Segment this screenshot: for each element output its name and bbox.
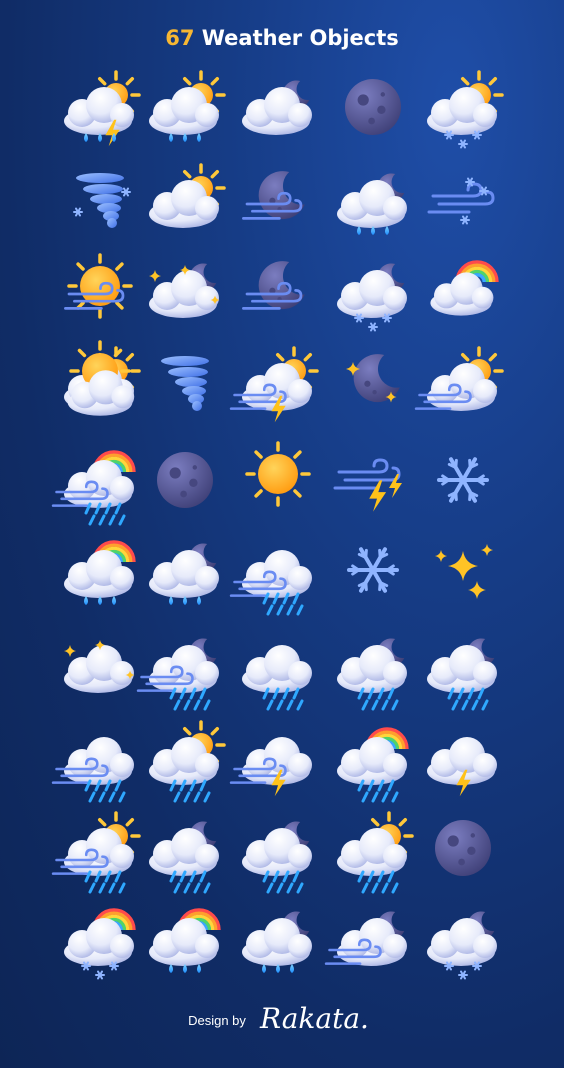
moon-star-icon — [346, 354, 400, 403]
cloud-icon — [149, 645, 219, 693]
cloud-sun-snow-icon — [427, 70, 504, 149]
cloud-icon — [242, 828, 312, 876]
cloud-moon-rain-icon — [427, 638, 497, 711]
moon-wind-icon — [242, 171, 305, 220]
cloud-moon-icon — [242, 80, 312, 135]
snowflake-icon — [437, 457, 489, 503]
cloud-moon-wind-icon — [324, 911, 407, 966]
cloud-rainbow-snow-icon — [64, 908, 136, 980]
cloud-moon-snow-icon — [337, 263, 407, 332]
stars-icon — [435, 544, 493, 599]
cloud-icon — [337, 270, 407, 318]
moon-icon — [157, 452, 213, 508]
snowflake-icon — [437, 457, 489, 503]
cloud-lightning-icon — [427, 737, 497, 797]
cloud-moon-snow-icon — [427, 911, 497, 980]
footer: Design by Rakata. — [0, 1000, 564, 1040]
lightning-icon — [389, 474, 402, 498]
cloud-sun-wind-icon — [414, 346, 504, 411]
wind-icon — [333, 458, 401, 490]
cloud-moon-star-icon — [149, 263, 220, 318]
snow-icon — [460, 215, 470, 225]
cloud-moon-rain-icon — [149, 821, 219, 894]
moon-icon — [353, 354, 400, 403]
snow-icon — [73, 207, 83, 217]
cloud-sun-rain-icon — [337, 811, 414, 894]
star-icon — [435, 550, 447, 562]
tornado-icon — [161, 356, 209, 411]
cloud-moon-rain-icon — [337, 173, 407, 235]
sun-cloud-icon — [64, 340, 141, 416]
snowflake-icon — [347, 547, 399, 593]
tornado-icon — [76, 173, 124, 228]
cloud-icon — [149, 550, 219, 598]
wind-lightning-icon — [333, 458, 402, 512]
cloud-icon — [64, 737, 134, 785]
star-icon — [64, 645, 76, 657]
design-by-text: Design by — [188, 1012, 246, 1028]
cloud-wind-rain-icon — [229, 550, 312, 616]
cloud-rainbow-wind-rain-icon — [51, 450, 136, 526]
sun-icon — [245, 441, 311, 507]
moon-icon — [435, 820, 491, 876]
cloud-moon-rain-icon — [337, 638, 407, 711]
cloud-sun-wind-rain-icon — [51, 811, 141, 894]
tornado-icon — [161, 356, 209, 411]
cloud-wind-rain-icon — [51, 737, 134, 803]
cloud-icon — [337, 918, 407, 966]
cloud-sun-icon — [149, 163, 226, 228]
cloud-icon — [242, 645, 312, 693]
moon-wind-icon — [242, 261, 305, 310]
cloud-moon-rain-icon — [242, 821, 312, 894]
cloud-rainbow-rain-icon — [149, 908, 221, 973]
cloud-icon — [149, 828, 219, 876]
tornado-snow-icon — [73, 173, 131, 228]
cloud-moon-rain-icon — [149, 543, 219, 605]
cloud-icon — [64, 645, 134, 693]
cloud-sun-rain-icon — [149, 70, 226, 142]
cloud-star-icon — [64, 640, 135, 693]
cloud-icon — [337, 645, 407, 693]
moon-icon — [345, 79, 401, 135]
moon-icon — [157, 452, 213, 508]
cloud-rainbow-rain-icon — [64, 540, 136, 605]
star-icon — [481, 544, 493, 556]
wind-snow-icon — [427, 177, 495, 225]
rainbow-cloud-icon — [430, 260, 499, 316]
cloud-icon — [427, 645, 497, 693]
cloud-moon-wind-rain-icon — [136, 638, 219, 711]
cloud-rainbow-rain-icon — [337, 727, 409, 803]
rakata-logo-text: Rakata. — [259, 1002, 369, 1035]
snow-icon — [121, 187, 131, 197]
star-icon — [149, 270, 161, 282]
moon-icon — [435, 820, 491, 876]
cloud-sun-wind-lightning-icon — [229, 346, 319, 423]
lightning-icon — [369, 480, 387, 512]
cloud-icon — [337, 180, 407, 228]
icon-grid — [51, 70, 504, 980]
cloud-wind-lightning-icon — [229, 737, 312, 797]
rakata-logo: Rakata. — [259, 1002, 369, 1035]
cloud-icon — [242, 87, 312, 135]
star-icon — [468, 581, 486, 599]
cloud-rain-icon — [242, 645, 312, 711]
snowflake-icon — [347, 547, 399, 593]
cloud-icon — [149, 270, 219, 318]
cloud-icon — [242, 550, 312, 598]
cloud-sun-rain-lightning-icon — [64, 70, 141, 147]
moon-icon — [345, 79, 401, 135]
star-icon — [448, 551, 478, 581]
cloud-icon — [427, 918, 497, 966]
cloud-icon — [242, 918, 312, 966]
sun-wind-icon — [64, 253, 133, 319]
cloud-sun-rain-icon — [149, 720, 226, 803]
sun-icon — [245, 441, 311, 507]
cloud-moon-rain-icon — [242, 911, 312, 973]
